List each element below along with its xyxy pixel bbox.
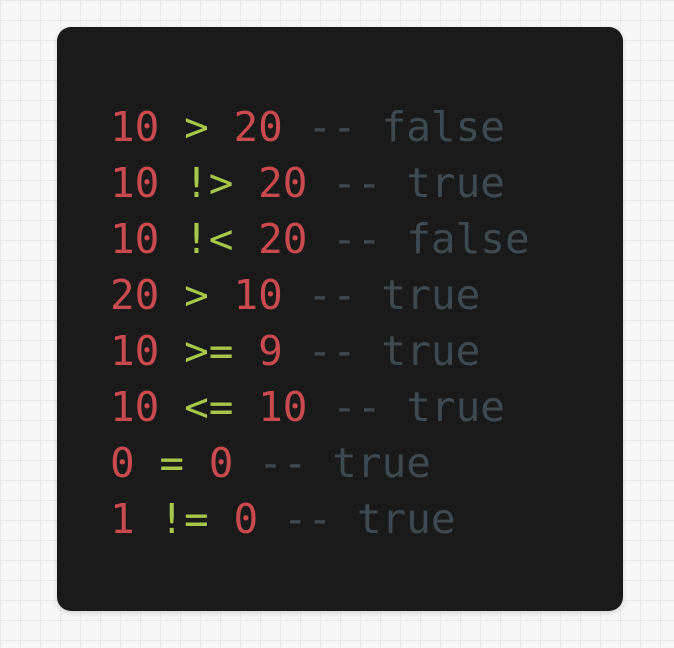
right-operand: 9 [258,327,283,375]
right-operand: 0 [233,495,259,543]
comparison-operator: !< [184,215,234,263]
code-line: 10 !> 20 -- true [110,155,530,211]
code-line: 10 >= 9 -- true [110,323,530,379]
comparison-operator: = [159,439,185,487]
left-operand: 10 [110,383,160,431]
comparison-operator: !> [184,159,234,207]
result-comment: -- false [307,103,505,151]
code-line: 20 > 10 -- true [110,267,530,323]
result-comment: -- true [258,439,431,487]
right-operand: 10 [233,271,283,319]
left-operand: 10 [110,103,160,151]
comparison-operator: >= [184,327,234,375]
comparison-operator: <= [184,383,234,431]
right-operand: 20 [258,159,308,207]
left-operand: 1 [110,495,135,543]
left-operand: 0 [110,439,135,487]
result-comment: -- true [282,495,456,543]
result-comment: -- true [307,271,481,319]
code-line: 0 = 0 -- true [110,435,530,491]
code-line: 1 != 0 -- true [110,491,530,547]
right-operand: 10 [258,383,308,431]
left-operand: 10 [110,159,160,207]
left-operand: 10 [110,327,160,375]
result-comment: -- true [307,327,481,375]
code-line: 10 !< 20 -- false [110,211,530,267]
comparison-operator: > [184,271,209,319]
right-operand: 20 [233,103,283,151]
right-operand: 20 [258,215,308,263]
comparison-operator: > [184,103,209,151]
code-lines: 10 > 20 -- false 10 !> 20 -- true 10 !< … [110,99,530,547]
result-comment: -- true [332,159,505,207]
code-snippet-card: 10 > 20 -- false 10 !> 20 -- true 10 !< … [57,27,623,611]
left-operand: 10 [110,215,160,263]
code-line: 10 > 20 -- false [110,99,530,155]
comparison-operator: != [159,495,209,543]
right-operand: 0 [208,439,234,487]
result-comment: -- true [332,383,505,431]
code-line: 10 <= 10 -- true [110,379,530,435]
result-comment: -- false [332,215,530,263]
left-operand: 20 [110,271,160,319]
